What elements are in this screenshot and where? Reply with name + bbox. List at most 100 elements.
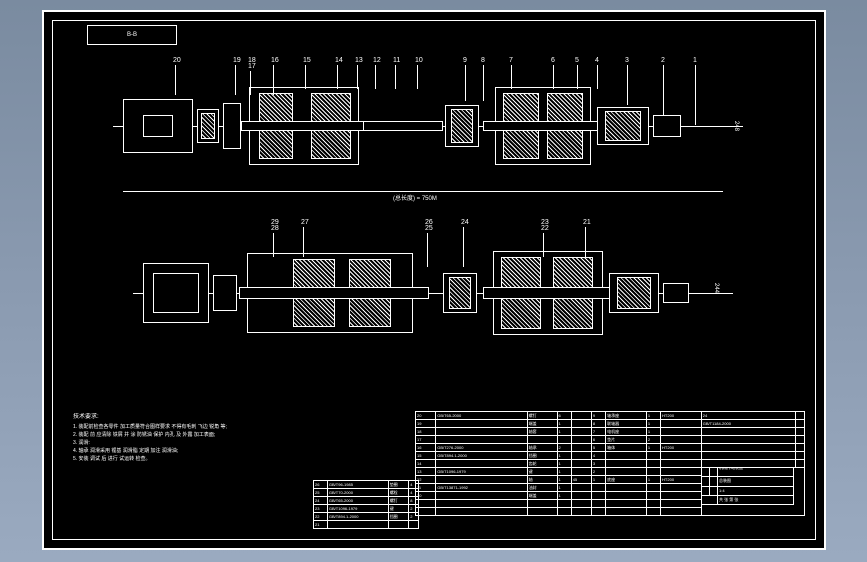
callout-15: 15 xyxy=(303,57,311,64)
leader-b xyxy=(543,233,544,257)
note-5: 5. 安装 调试 后 进行 试运转 检查。 xyxy=(73,455,393,463)
callout-13: 13 xyxy=(355,57,363,64)
callout-14: 14 xyxy=(335,57,343,64)
bottom-assembly xyxy=(143,243,723,343)
leader xyxy=(357,65,358,89)
callout-1: 1 xyxy=(693,57,697,64)
callout-16: 16 xyxy=(271,57,279,64)
leader-b xyxy=(303,227,304,257)
drawing-title: 总装图 xyxy=(718,477,794,486)
leader-b xyxy=(463,227,464,267)
table-row: 13GB/T1096-1979键12 机械传动装置 总装图 1:4 共 张 第 … xyxy=(416,468,805,476)
table-row: 14齿轮13 xyxy=(416,460,805,468)
callout-7: 7 xyxy=(509,57,513,64)
callout-17: 17 xyxy=(248,63,256,70)
callout-22: 22 xyxy=(541,225,549,232)
bearing-mid-h xyxy=(451,109,473,143)
callout-6: 6 xyxy=(551,57,555,64)
callout-3: 3 xyxy=(625,57,629,64)
callout-12: 12 xyxy=(373,57,381,64)
shaft-2 xyxy=(483,121,613,131)
shaft-b1 xyxy=(239,287,429,299)
table-row: 176垫片2 xyxy=(416,436,805,444)
bom-left-table: 26GB/T96-1985垫圈4 25GB/T70-2000螺栓4 24GB/T… xyxy=(313,480,419,529)
table-row: 16GB/T276-2000轴承25箱体1HT200 xyxy=(416,444,805,452)
technical-notes: 技术要求: 1. 装配前检查各零件 加工质量符合图样要求 不得有毛刺 飞边 锐角… xyxy=(73,413,393,463)
leader xyxy=(305,65,306,89)
inner-frame: B-B xyxy=(52,20,816,540)
leader xyxy=(663,65,664,115)
dim-overall-text: (总长度) = 750M xyxy=(393,193,437,202)
bom-left-block: 26GB/T96-1985垫圈4 25GB/T70-2000螺栓4 24GB/T… xyxy=(313,480,419,529)
callout-24: 24 xyxy=(461,219,469,226)
leader xyxy=(511,65,512,89)
bom-main-block: 20GB/T65-2000螺钉69轴承座1HT20024 19端盖18联轴器1G… xyxy=(415,411,805,529)
dim-right-top: 248 xyxy=(733,121,739,131)
output-flange xyxy=(653,115,681,137)
leader xyxy=(417,65,418,89)
output-b xyxy=(663,283,689,303)
callout-25: 25 xyxy=(425,225,433,232)
leader xyxy=(337,65,338,89)
table-row: 20GB/T65-2000螺钉69轴承座1HT20024 xyxy=(416,412,805,420)
motor-flange-b xyxy=(153,273,199,313)
notes-header: 技术要求: xyxy=(73,413,393,423)
title-block: 机械传动装置 总装图 1:4 共 张 第 张 xyxy=(701,468,794,506)
dim-right-bottom: 244 xyxy=(713,283,719,293)
leader xyxy=(627,65,628,105)
shaft-mid xyxy=(363,121,443,131)
table-row: 19端盖18联轴器1GB/T1184-2000 xyxy=(416,420,805,428)
leader-b xyxy=(585,227,586,257)
table-row: 22GB/T894.1-2000挡圈2 xyxy=(314,513,419,521)
leader xyxy=(250,71,251,95)
callout-8: 8 xyxy=(481,57,485,64)
coupling-b xyxy=(213,275,237,311)
bom-main-table: 20GB/T65-2000螺钉69轴承座1HT20024 19端盖18联轴器1G… xyxy=(415,411,805,516)
leader xyxy=(395,65,396,89)
leader xyxy=(465,65,466,101)
section-label-box: B-B xyxy=(87,25,177,45)
leader-b xyxy=(273,233,274,257)
callout-21: 21 xyxy=(583,219,591,226)
project-name: 机械传动装置 xyxy=(718,468,794,477)
bearing-bh xyxy=(449,277,471,309)
table-row: 23GB/T1096-1979键2 xyxy=(314,505,419,513)
note-2: 2. 装配 前 应清除 铁屑 并 涂 防锈油 保护 内孔 及 外露 加工表面; xyxy=(73,431,393,439)
table-row: 21 xyxy=(314,521,419,529)
table-row: 15GB/T894.1-2000挡圈14 xyxy=(416,452,805,460)
callout-11: 11 xyxy=(393,57,400,64)
end-bh xyxy=(617,277,651,309)
leader-b xyxy=(427,233,428,267)
callout-10: 10 xyxy=(415,57,423,64)
leader xyxy=(375,65,376,89)
bracket-1 xyxy=(223,103,241,149)
top-assembly xyxy=(123,81,733,171)
section-label: B-B xyxy=(127,32,137,38)
leader xyxy=(577,65,578,89)
note-1: 1. 装配前检查各零件 加工质量符合图样要求 不得有毛刺 飞边 锐角 等; xyxy=(73,423,393,431)
note-3: 3. 润滑: xyxy=(73,439,393,447)
leader xyxy=(175,65,176,95)
leader xyxy=(483,65,484,101)
motor-shaft-box xyxy=(143,115,173,137)
coupling-hatch xyxy=(201,113,215,139)
callout-4: 4 xyxy=(595,57,599,64)
note-4: 4. 轴承 润滑采用 锂基 润滑脂 定期 加注 润滑油; xyxy=(73,447,393,455)
callout-20: 20 xyxy=(173,57,181,64)
leader xyxy=(553,65,554,89)
callout-5: 5 xyxy=(575,57,579,64)
table-row: 18轴套17电机座1 xyxy=(416,428,805,436)
sheet-info: 共 张 第 张 xyxy=(718,495,794,504)
callout-19: 19 xyxy=(233,57,241,64)
table-row: 25GB/T70-2000螺栓4 xyxy=(314,489,419,497)
leader xyxy=(597,65,598,89)
callout-28: 28 xyxy=(271,225,279,232)
leader xyxy=(273,65,274,95)
callout-2: 2 xyxy=(661,57,665,64)
scale: 1:4 xyxy=(718,486,794,495)
dim-overall xyxy=(123,191,723,192)
end-cap-h xyxy=(605,111,641,141)
table-row: 26GB/T96-1985垫圈4 xyxy=(314,481,419,489)
leader xyxy=(235,65,236,95)
leader xyxy=(695,65,696,125)
